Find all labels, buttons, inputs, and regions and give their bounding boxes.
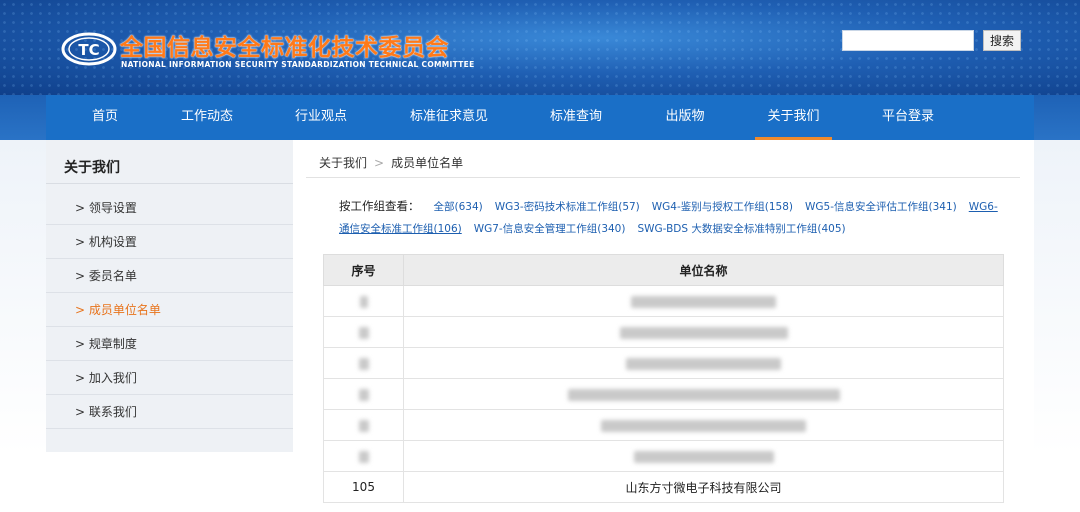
blurred-text (601, 419, 806, 432)
row-number (323, 440, 404, 472)
filter-link-wg4[interactable]: WG4-鉴别与授权工作组(158) (652, 201, 793, 213)
nav-item-platform-login[interactable]: 平台登录 (872, 95, 944, 140)
member-units-table: 序号 单位名称 105 山东方寸微电子科技有限公司 (323, 254, 1004, 503)
blurred-text (619, 326, 788, 339)
table-row: 105 山东方寸微电子科技有限公司 (323, 471, 1004, 503)
filter-label: 按工作组查看： (339, 199, 420, 213)
sidebar-item-leadership[interactable]: > 领导设置 (46, 191, 293, 225)
blurred-text (358, 388, 369, 401)
sidebar-title: 关于我们 (64, 160, 120, 176)
sidebar-item-regulations[interactable]: > 规章制度 (46, 327, 293, 361)
row-number (323, 347, 404, 379)
filter-link-swg-bds[interactable]: SWG-BDS 大数据安全标准特别工作组(405) (637, 223, 845, 235)
row-number: 105 (323, 471, 404, 503)
sidebar-item-committee-members[interactable]: > 委员名单 (46, 259, 293, 293)
nav-item-publications[interactable]: 出版物 (654, 95, 716, 140)
nav-item-home[interactable]: 首页 (73, 95, 137, 140)
nav-item-work-news[interactable]: 工作动态 (174, 95, 240, 140)
divider (46, 183, 293, 184)
nav-item-standard-comments[interactable]: 标准征求意见 (403, 95, 495, 140)
breadcrumb: 关于我们 > 成员单位名单 (319, 154, 463, 171)
nav-item-about-us[interactable]: 关于我们 (755, 95, 832, 140)
row-unit-name (403, 316, 1004, 348)
logo-text: TC (78, 41, 99, 59)
blurred-text (358, 419, 369, 432)
nav-item-standard-query[interactable]: 标准查询 (540, 95, 612, 140)
blurred-text (358, 450, 369, 463)
row-unit-name (403, 378, 1004, 410)
column-header-number: 序号 (323, 254, 404, 286)
row-unit-name (403, 347, 1004, 379)
site-subtitle: NATIONAL INFORMATION SECURITY STANDARDIZ… (121, 60, 475, 69)
tc-logo-icon: TC (61, 32, 117, 66)
row-number (323, 285, 404, 317)
divider (306, 177, 1020, 178)
column-header-unit-name: 单位名称 (403, 254, 1004, 286)
search-input[interactable] (842, 30, 974, 51)
blurred-text (359, 295, 368, 308)
table-header-row: 序号 单位名称 (323, 254, 1004, 286)
row-unit-name (403, 409, 1004, 441)
sidebar-item-member-units[interactable]: > 成员单位名单 (46, 293, 293, 327)
blurred-text (626, 357, 781, 370)
sidebar-item-join-us[interactable]: > 加入我们 (46, 361, 293, 395)
workgroup-filter: 按工作组查看： 全部(634) WG3-密码技术标准工作组(57) WG4-鉴别与授权… (339, 195, 999, 240)
table-row (323, 409, 1004, 441)
row-number (323, 316, 404, 348)
table-row (323, 347, 1004, 379)
blurred-text (633, 450, 774, 463)
table-row (323, 440, 1004, 472)
row-unit-name: 山东方寸微电子科技有限公司 (403, 471, 1004, 503)
filter-link-wg3[interactable]: WG3-密码技术标准工作组(57) (495, 201, 640, 213)
table-row (323, 285, 1004, 317)
table-row (323, 378, 1004, 410)
nav-item-industry-views[interactable]: 行业观点 (288, 95, 354, 140)
table-row (323, 316, 1004, 348)
search-button[interactable]: 搜索 (983, 30, 1021, 51)
blurred-text (567, 388, 840, 401)
blurred-text (358, 357, 369, 370)
blurred-text (358, 326, 369, 339)
row-unit-name (403, 440, 1004, 472)
sidebar: 关于我们 > 领导设置 > 机构设置 > 委员名单 > 成员单位名单 > 规章制… (46, 140, 293, 452)
breadcrumb-current: 成员单位名单 (391, 156, 464, 170)
row-number (323, 409, 404, 441)
blurred-text (631, 295, 776, 308)
site-title[interactable]: 全国信息安全标准化技术委员会 (120, 28, 449, 62)
main-nav: 首页 工作动态 行业观点 标准征求意见 标准查询 出版物 关于我们 平台登录 (46, 95, 1034, 140)
row-number (323, 378, 404, 410)
sidebar-item-contact-us[interactable]: > 联系我们 (46, 395, 293, 429)
filter-link-all[interactable]: 全部(634) (434, 201, 483, 213)
breadcrumb-parent[interactable]: 关于我们 (319, 156, 367, 170)
filter-link-wg7[interactable]: WG7-信息安全管理工作组(340) (474, 223, 626, 235)
breadcrumb-separator: > (374, 156, 385, 170)
row-unit-name (403, 285, 1004, 317)
site-header: TC 全国信息安全标准化技术委员会 NATIONAL INFORMATION S… (0, 0, 1080, 95)
filter-link-wg5[interactable]: WG5-信息安全评估工作组(341) (805, 201, 957, 213)
sidebar-item-organization[interactable]: > 机构设置 (46, 225, 293, 259)
